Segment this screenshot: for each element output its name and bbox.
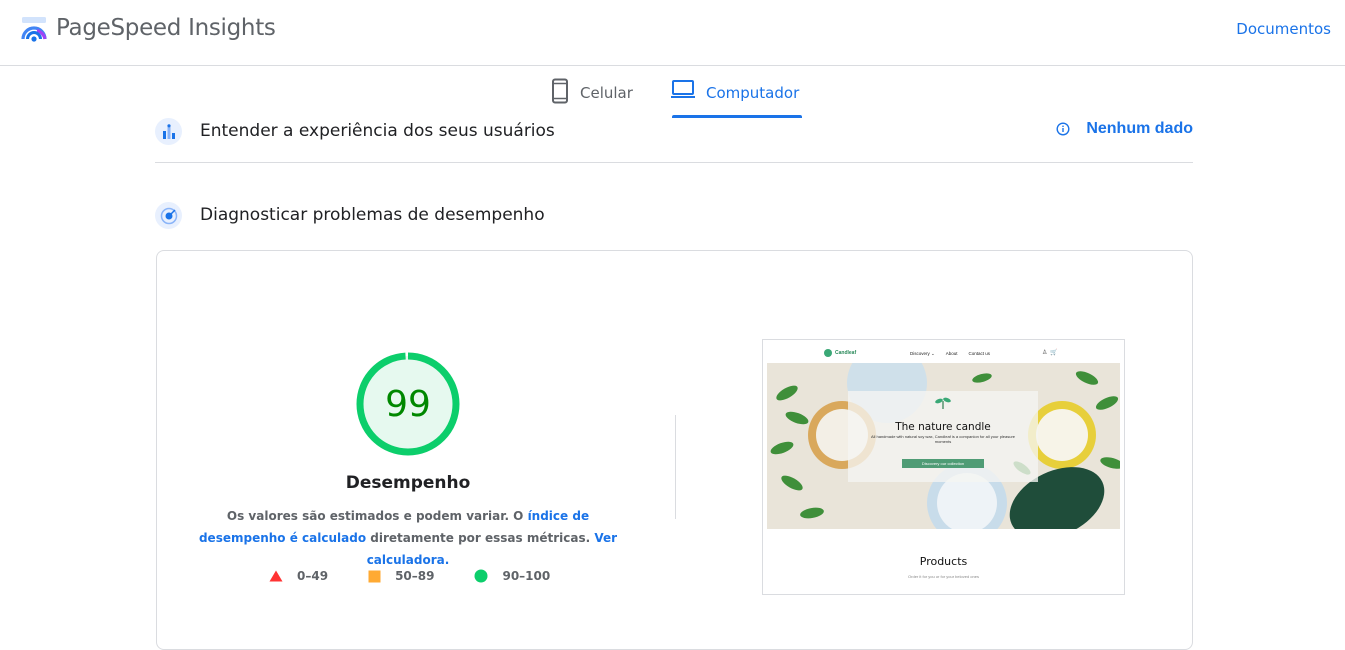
page-screenshot: Candleaf Discovery ⌄ About Contact us ♙🛒	[762, 339, 1125, 595]
sprout-icon	[935, 397, 951, 409]
screenshot-hero-subtitle: All handmade with natural soy wax, Candl…	[870, 434, 1016, 444]
smartphone-icon	[552, 78, 568, 104]
lab-data-section: Diagnosticar problemas de desempenho	[155, 201, 1193, 231]
tab-desktop-label: Computador	[706, 84, 800, 102]
top-bar: PageSpeed Insights Documentos	[0, 0, 1345, 66]
candle-logo-icon	[824, 349, 832, 357]
screenshot-brand-name: Candleaf	[835, 350, 857, 356]
field-data-section: Entender a experiência dos seus usuários…	[155, 116, 1193, 163]
legend-item-poor: 0–49	[269, 569, 328, 583]
info-icon	[1056, 122, 1070, 136]
performance-score: 99	[385, 384, 431, 425]
desc-text-2: diretamente por essas métricas.	[366, 531, 595, 545]
no-data-label: Nenhum dado	[1086, 120, 1193, 137]
vertical-divider	[675, 415, 676, 519]
screenshot-nav-links: Discovery ⌄ About Contact us	[910, 351, 990, 357]
diagnostics-icon	[155, 202, 182, 229]
orange-square-icon	[368, 570, 381, 582]
legend-item-good: 90–100	[474, 569, 550, 583]
screenshot-nav-link: Discovery ⌄	[910, 351, 935, 356]
screenshot-navbar: Candleaf Discovery ⌄ About Contact us ♙🛒	[763, 340, 1124, 363]
docs-link[interactable]: Documentos	[1236, 20, 1331, 38]
laptop-icon	[671, 80, 695, 98]
field-data-title: Entender a experiência dos seus usuários	[200, 121, 555, 141]
no-data-button[interactable]: Nenhum dado	[1056, 120, 1193, 138]
score-legend: 0–49 50–89 90–100	[269, 569, 590, 583]
lab-data-title: Diagnosticar problemas de desempenho	[200, 205, 545, 225]
desc-text-1: Os valores são estimados e podem variar.…	[226, 509, 528, 523]
red-triangle-icon	[269, 570, 283, 582]
performance-description: Os valores são estimados e podem variar.…	[197, 505, 619, 571]
screenshot-products-subtitle: Order it for you or for your beloved one…	[908, 574, 979, 579]
green-circle-icon	[474, 569, 488, 583]
screenshot-products-title: Products	[919, 555, 968, 568]
tab-mobile-label: Celular	[580, 84, 633, 102]
hero-overlay: The nature candle All handmade with natu…	[848, 391, 1038, 482]
tab-desktop[interactable]: Computador	[670, 78, 799, 118]
pagespeed-logo-icon[interactable]	[20, 16, 48, 42]
legend-item-average: 50–89	[368, 569, 434, 583]
legend-label: 0–49	[297, 569, 329, 583]
tab-mobile[interactable]: Celular	[550, 78, 633, 118]
screenshot-brand: Candleaf	[824, 349, 856, 357]
screenshot-nav-link: Contact us	[968, 351, 991, 356]
app-title[interactable]: PageSpeed Insights	[56, 15, 276, 41]
screenshot-hero-title: The nature candle	[895, 421, 991, 433]
legend-label: 90–100	[502, 569, 551, 583]
users-chart-icon	[155, 118, 182, 145]
legend-label: 50–89	[395, 569, 435, 583]
screenshot-hero: The nature candle All handmade with natu…	[767, 363, 1120, 529]
user-cart-icons: ♙🛒	[1042, 350, 1061, 356]
performance-card: 99 Desempenho Os valores são estimados e…	[156, 250, 1193, 650]
performance-title: Desempenho	[345, 473, 471, 493]
screenshot-hero-button: Discovery our collection	[902, 459, 984, 468]
device-tabs: Celular Computador	[0, 66, 1345, 118]
screenshot-nav-link: About	[945, 351, 958, 356]
